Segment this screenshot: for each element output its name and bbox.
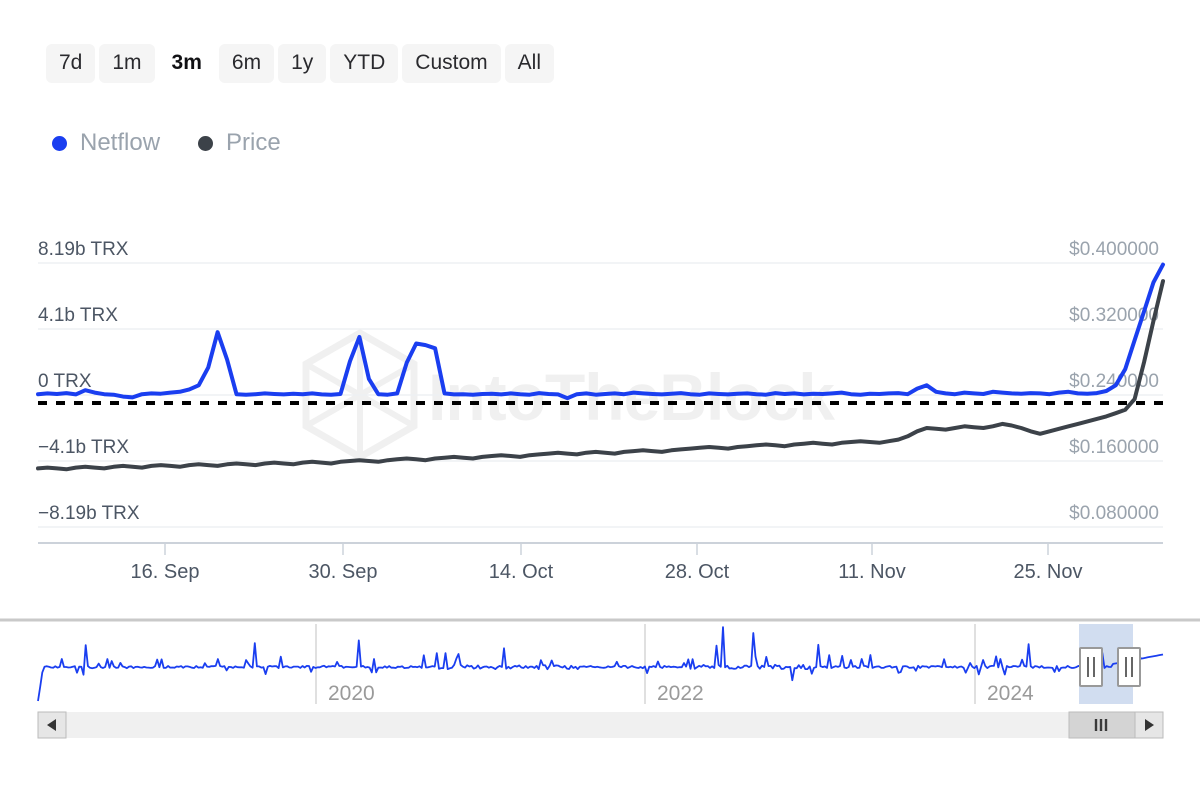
navigator-year-label-0: 2020	[328, 682, 375, 705]
range-selector: 7d 1m 3m 6m 1y YTD Custom All	[46, 44, 554, 83]
y-left-label-0: 8.19b TRX	[38, 239, 129, 260]
legend-label-netflow: Netflow	[80, 129, 161, 156]
chart-legend: Netflow Price	[52, 130, 281, 156]
x-axis-label-2: 14. Oct	[489, 561, 554, 583]
y-right-label-0: $0.400000	[1069, 239, 1159, 260]
x-axis-label-1: 30. Sep	[309, 561, 378, 583]
range-button-ytd[interactable]: YTD	[330, 44, 399, 83]
plot-svg: IntoTheBlock 16. Sep 30. Sep 14. Oct 28. Oct…	[36, 239, 1165, 583]
y-right-label-4: $0.080000	[1069, 503, 1159, 524]
range-navigator[interactable]: 2020 2022 2024	[0, 612, 1200, 742]
netflow-price-chart: 7d 1m 3m 6m 1y YTD Custom All Netflow Pr…	[0, 0, 1200, 800]
watermark-text: IntoTheBlock	[428, 360, 835, 434]
x-axis-label-0: 16. Sep	[131, 561, 200, 583]
plot-area[interactable]: IntoTheBlock 16. Sep 30. Sep 14. Oct 28. Oct…	[0, 225, 1200, 585]
y-right-label-3: $0.160000	[1069, 437, 1159, 458]
range-button-1m[interactable]: 1m	[99, 44, 155, 83]
scrollbar-thumb[interactable]	[1068, 711, 1136, 739]
legend-dot-icon-price	[198, 135, 214, 151]
y-right-label-2: $0.240000	[1069, 371, 1159, 392]
range-button-1y[interactable]: 1y	[278, 44, 327, 83]
y-left-label-1: 4.1b TRX	[38, 305, 118, 326]
scrollbar-track[interactable]	[38, 712, 1163, 738]
range-button-all[interactable]: All	[504, 44, 554, 83]
navigator-year-label-2: 2024	[987, 682, 1034, 705]
range-button-6m[interactable]: 6m	[218, 44, 275, 83]
legend-item-netflow[interactable]: Netflow	[52, 130, 160, 156]
navigator-handle-right[interactable]	[1117, 647, 1141, 687]
navigator-svg: 2020 2022 2024	[0, 618, 1200, 739]
x-axis-label-4: 11. Nov	[838, 561, 905, 583]
scrollbar-left-arrow-button[interactable]	[37, 711, 67, 739]
range-button-3m[interactable]: 3m	[158, 44, 215, 83]
x-axis-label-5: 25. Nov	[1014, 561, 1083, 583]
navigator-year-label-1: 2022	[657, 682, 704, 705]
range-button-7d[interactable]: 7d	[46, 44, 96, 83]
y-left-label-3: −4.1b TRX	[38, 437, 129, 458]
range-button-custom[interactable]: Custom	[402, 44, 501, 83]
scrollbar-right-arrow-button[interactable]	[1134, 711, 1164, 739]
legend-dot-icon-netflow	[52, 135, 67, 151]
legend-item-price[interactable]: Price	[198, 130, 281, 156]
navigator-handle-left[interactable]	[1079, 647, 1103, 687]
x-axis-label-3: 28. Oct	[665, 561, 730, 583]
legend-label-price: Price	[226, 129, 281, 156]
y-left-label-4: −8.19b TRX	[38, 503, 140, 524]
